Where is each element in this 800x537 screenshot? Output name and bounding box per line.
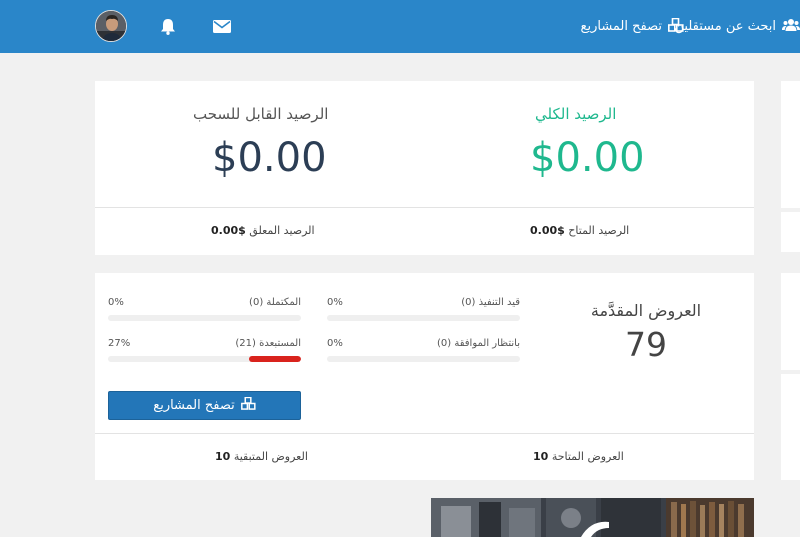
progress-label: المستبعدة (21) — [235, 338, 301, 349]
pending-balance-stat: الرصيد المعلق $0.00 — [211, 224, 315, 237]
progress-label: المكتملة (0) — [249, 297, 301, 308]
progress-percent: 0% — [327, 297, 343, 308]
balance-card: الرصيد الكلي $0.00 الرصيد القابل للسحب $… — [95, 81, 754, 255]
offers-count: 79 — [625, 325, 667, 364]
progress-fill — [248, 356, 301, 362]
available-offers-stat: العروض المتاحة 10 — [533, 450, 624, 463]
progress-track — [327, 356, 520, 362]
withdrawable-balance-amount: $0.00 — [212, 135, 327, 181]
avatar[interactable] — [95, 10, 127, 42]
pending-balance-value: $0.00 — [211, 224, 246, 237]
users-icon — [782, 18, 800, 36]
browse-projects-button[interactable]: تصفح المشاريع — [108, 391, 301, 420]
excluded-progress: 27% المستبعدة (21) — [108, 338, 301, 362]
bell-icon[interactable] — [156, 14, 180, 38]
offers-card: العروض المقدَّمة 79 0% قيد التنفيذ (0) 0… — [95, 273, 754, 480]
nav-find-freelancers[interactable]: ابحث عن مستقلين — [675, 0, 800, 53]
available-balance-label: الرصيد المتاح — [568, 224, 630, 237]
available-balance-stat: الرصيد المتاح $0.00 — [530, 224, 629, 237]
remaining-offers-stat: العروض المتبقية 10 — [215, 450, 308, 463]
progress-percent: 0% — [108, 297, 124, 308]
available-balance-value: $0.00 — [530, 224, 565, 237]
browse-projects-button-label: تصفح المشاريع — [153, 398, 235, 413]
offers-title: العروض المقدَّمة — [590, 301, 702, 320]
progress-label: بانتظار الموافقة (0) — [436, 338, 520, 349]
envelope-icon[interactable] — [210, 14, 234, 38]
awaiting-approval-progress: 0% بانتظار الموافقة (0) — [327, 338, 520, 362]
total-balance-label: الرصيد الكلي — [535, 105, 617, 123]
available-offers-label: العروض المتاحة — [551, 450, 624, 463]
available-offers-value: 10 — [533, 450, 549, 463]
side-card — [781, 273, 800, 370]
withdrawable-balance-label: الرصيد القابل للسحب — [193, 105, 329, 123]
nav-browse-projects-label: تصفح المشاريع — [580, 19, 662, 34]
in-progress-progress: 0% قيد التنفيذ (0) — [327, 297, 520, 321]
side-card — [781, 374, 800, 480]
progress-track — [327, 315, 520, 321]
side-card — [781, 212, 800, 252]
total-balance-amount: $0.00 — [530, 135, 645, 181]
balance-divider — [95, 207, 754, 208]
offers-divider — [95, 433, 754, 434]
progress-percent: 27% — [108, 338, 131, 349]
pending-balance-label: الرصيد المعلق — [249, 224, 315, 237]
promo-image — [431, 498, 754, 537]
side-card — [781, 81, 800, 208]
remaining-offers-value: 10 — [215, 450, 231, 463]
progress-label: قيد التنفيذ (0) — [461, 297, 520, 308]
progress-track — [108, 315, 301, 321]
cubes-icon — [240, 396, 256, 414]
top-navbar: ابحث عن مستقلين تصفح المشاريع — [0, 0, 800, 53]
completed-progress: 0% المكتملة (0) — [108, 297, 301, 321]
progress-percent: 0% — [327, 338, 343, 349]
nav-browse-projects[interactable]: تصفح المشاريع — [581, 0, 684, 53]
cubes-icon — [668, 17, 684, 36]
remaining-offers-label: العروض المتبقية — [233, 450, 308, 463]
nav-find-freelancers-label: ابحث عن مستقلين — [674, 19, 777, 34]
progress-track — [108, 356, 301, 362]
